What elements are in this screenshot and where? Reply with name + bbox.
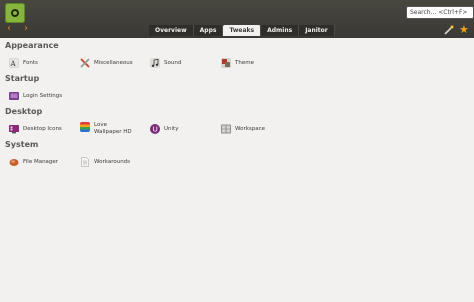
section-title-desktop: Desktop <box>5 107 43 116</box>
tab-overview[interactable]: Overview <box>149 25 194 36</box>
tab-apps[interactable]: Apps <box>193 25 224 36</box>
svg-text:U: U <box>153 126 158 134</box>
item-label: Login Settings <box>23 92 63 99</box>
workarounds-icon <box>81 157 89 167</box>
item-login-settings[interactable]: Login Settings <box>9 91 62 101</box>
item-workarounds[interactable]: Workarounds <box>80 157 130 167</box>
item-unity[interactable]: U Unity <box>150 124 178 134</box>
item-label: Fonts <box>23 59 38 66</box>
tab-admins[interactable]: Admins <box>261 25 300 36</box>
item-label: Theme <box>235 59 254 66</box>
item-fonts[interactable]: A Fonts <box>9 58 38 68</box>
unity-icon: U <box>150 124 160 134</box>
item-workspace[interactable]: Workspace <box>221 124 265 134</box>
tab-tweaks[interactable]: Tweaks <box>223 25 262 36</box>
back-arrow-icon[interactable]: ‹ <box>4 24 14 34</box>
item-desktop-icons[interactable]: Desktop Icons <box>9 124 62 134</box>
svg-text:A: A <box>10 60 17 68</box>
app-header: Search... <Ctrl+F> ‹ › Overview Apps Twe… <box>0 0 474 38</box>
item-sound[interactable]: Sound <box>150 58 181 68</box>
fonts-icon: A <box>9 58 19 68</box>
main-tabs: Overview Apps Tweaks Admins Janitor <box>149 25 335 36</box>
item-file-manager[interactable]: File Manager <box>9 157 58 167</box>
wallpaper-icon <box>80 122 90 132</box>
theme-icon <box>221 58 231 68</box>
forward-arrow-icon[interactable]: › <box>21 24 31 34</box>
item-theme[interactable]: Theme <box>221 58 254 68</box>
login-settings-icon <box>9 92 19 100</box>
item-label: Sound <box>164 59 182 66</box>
search-input[interactable]: Search... <Ctrl+F> <box>406 6 474 19</box>
item-label: Desktop Icons <box>23 125 62 132</box>
section-title-startup: Startup <box>5 74 40 83</box>
star-icon[interactable]: ★ <box>459 24 470 35</box>
item-label: Love Wallpaper HD <box>94 122 132 135</box>
workspace-icon <box>221 124 231 134</box>
app-logo-icon <box>5 3 25 23</box>
music-note-icon <box>150 58 160 68</box>
item-label: Workspace <box>235 125 266 132</box>
item-label: Miscellaneous <box>94 59 133 66</box>
section-title-appearance: Appearance <box>5 41 59 50</box>
section-title-system: System <box>5 140 39 149</box>
item-label: Workarounds <box>94 158 131 165</box>
item-miscellaneous[interactable]: Miscellaneous <box>80 58 133 68</box>
tab-janitor[interactable]: Janitor <box>299 25 335 36</box>
magic-wand-icon[interactable] <box>444 25 454 35</box>
desktop-icons-icon <box>9 125 19 134</box>
file-manager-icon <box>9 159 19 166</box>
item-label: Unity <box>164 125 179 132</box>
item-love-wallpaper-hd[interactable]: Love Wallpaper HD <box>80 122 134 135</box>
tweaks-panel: Appearance A Fonts Miscellaneous Sound T… <box>0 38 474 302</box>
tools-icon <box>80 58 90 68</box>
item-label: File Manager <box>23 158 59 165</box>
